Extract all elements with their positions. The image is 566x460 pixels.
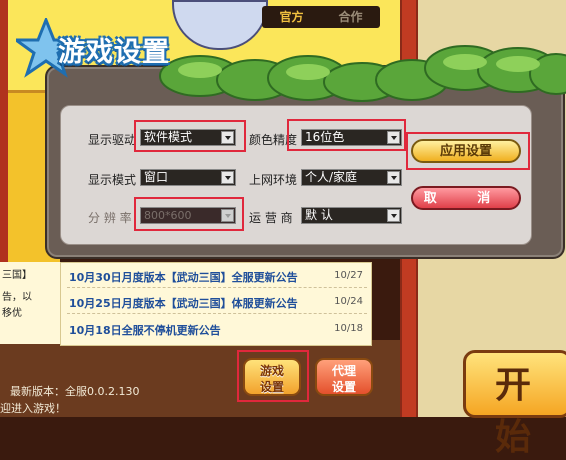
resolution-label: 分 辨 率	[88, 211, 132, 225]
network-label: 上网环境	[249, 173, 298, 187]
tab-partner[interactable]: 合作	[321, 6, 380, 28]
news-date: 10/27	[334, 270, 363, 281]
welcome-text: 迎进入游戏！	[0, 402, 66, 415]
news-list: 10月30日月度版本【武动三国】全服更新公告 10/27 10月25日月度版本【…	[60, 262, 372, 346]
news-item[interactable]: 10月30日月度版本【武动三国】全服更新公告 10/27	[67, 265, 367, 288]
start-button-label: 开始	[495, 365, 532, 458]
dialog-title: 游戏设置	[58, 37, 170, 68]
left-text-snippet: 三国】 告，以 移优	[0, 262, 61, 344]
highlight-frame	[134, 197, 244, 231]
display-mode-label: 显示模式	[88, 173, 137, 187]
highlight-frame	[237, 350, 309, 402]
news-item[interactable]: 10月25日月度版本【武动三国】体服更新公告 10/24	[67, 291, 367, 314]
chevron-down-icon[interactable]	[221, 171, 234, 184]
news-date: 10/18	[334, 323, 363, 334]
network-value: 个人/家庭	[305, 170, 358, 184]
news-title[interactable]: 10月30日月度版本【武动三国】全服更新公告	[69, 269, 298, 285]
news-title[interactable]: 10月25日月度版本【武动三国】体服更新公告	[69, 295, 298, 311]
news-date: 10/24	[334, 296, 363, 307]
display-mode-value: 窗口	[144, 170, 169, 184]
carrier-value: 默 认	[305, 208, 333, 222]
cancel-button[interactable]: 取 消	[411, 186, 521, 210]
chevron-down-icon[interactable]	[387, 209, 400, 222]
highlight-frame	[287, 119, 406, 151]
news-item[interactable]: 10月18日全服不停机更新公告 10/18	[67, 318, 367, 340]
display-mode-select[interactable]: 窗口	[140, 169, 236, 186]
top-tabs: 官方 合作	[262, 6, 380, 28]
version-text: 最新版本：全服0.0.2.130	[10, 385, 140, 398]
snippet-line: 告，以	[2, 292, 32, 303]
tab-official[interactable]: 官方	[262, 6, 321, 28]
network-select[interactable]: 个人/家庭	[301, 169, 402, 186]
snippet-line: 移优	[2, 308, 22, 319]
carrier-label: 运 营 商	[249, 211, 293, 225]
carrier-select[interactable]: 默 认	[301, 207, 402, 224]
highlight-frame	[406, 132, 530, 170]
news-title[interactable]: 10月18日全服不停机更新公告	[69, 322, 221, 338]
highlight-frame	[134, 120, 246, 152]
display-driver-label: 显示驱动	[88, 133, 137, 147]
snippet-line: 三国】	[2, 270, 32, 281]
chevron-down-icon[interactable]	[387, 171, 400, 184]
agent-settings-button[interactable]: 代理 设置	[315, 358, 373, 396]
